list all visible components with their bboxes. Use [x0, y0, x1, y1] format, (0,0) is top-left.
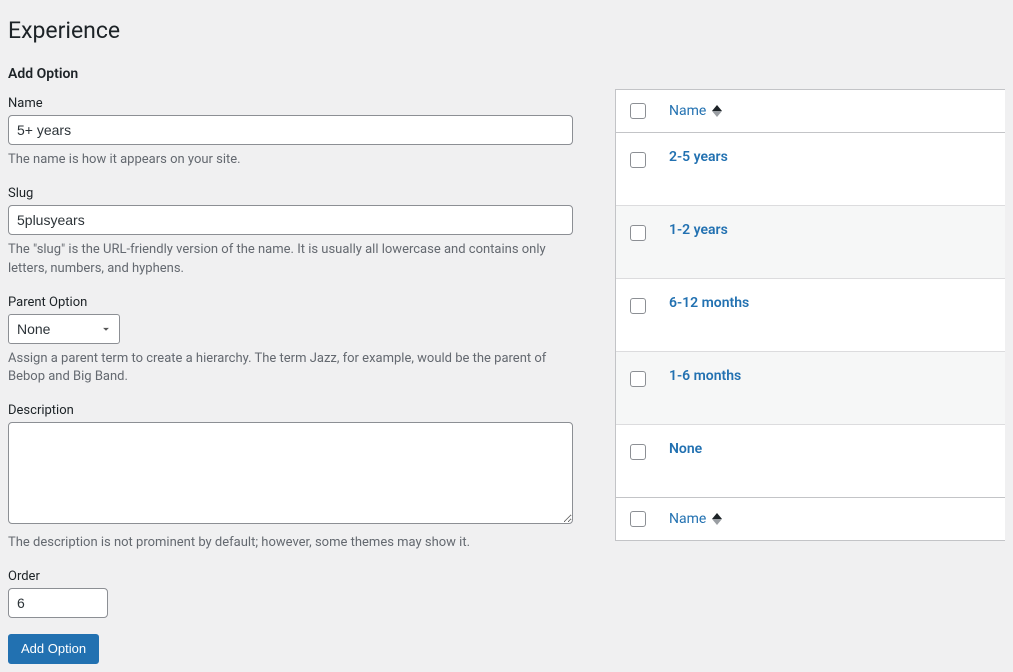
- sort-icon: [712, 105, 722, 117]
- parent-option-select[interactable]: None: [8, 314, 120, 344]
- order-input[interactable]: [8, 588, 108, 618]
- column-header-name-label: Name: [669, 511, 706, 527]
- name-label: Name: [8, 96, 573, 111]
- parent-option-label: Parent Option: [8, 295, 573, 310]
- select-all-bottom-checkbox[interactable]: [630, 511, 646, 527]
- select-all-top-checkbox[interactable]: [630, 103, 646, 119]
- row-name-link[interactable]: 2-5 years: [669, 149, 728, 165]
- column-header-name-bottom[interactable]: Name: [669, 511, 722, 527]
- row-name-link[interactable]: 1-2 years: [669, 222, 728, 238]
- table-row: 1-2 years: [616, 206, 1005, 279]
- parent-option-help: Assign a parent term to create a hierarc…: [8, 350, 573, 388]
- description-label: Description: [8, 403, 573, 418]
- column-header-name-label: Name: [669, 103, 706, 119]
- page-title: Experience: [8, 8, 1005, 48]
- add-option-button[interactable]: Add Option: [8, 634, 99, 664]
- table-row: 2-5 years: [616, 133, 1005, 206]
- slug-help: The "slug" is the URL-friendly version o…: [8, 241, 573, 279]
- table-row: 1-6 months: [616, 352, 1005, 425]
- description-textarea[interactable]: [8, 422, 573, 524]
- options-table: Name 2-5 years: [615, 89, 1005, 541]
- order-label: Order: [8, 569, 573, 584]
- form-heading: Add Option: [8, 66, 573, 82]
- description-help: The description is not prominent by defa…: [8, 534, 573, 553]
- row-name-link[interactable]: None: [669, 441, 702, 457]
- row-checkbox[interactable]: [630, 225, 646, 241]
- table-row: 6-12 months: [616, 279, 1005, 352]
- slug-label: Slug: [8, 186, 573, 201]
- row-name-link[interactable]: 6-12 months: [669, 295, 749, 311]
- row-checkbox[interactable]: [630, 371, 646, 387]
- name-input[interactable]: [8, 115, 573, 145]
- slug-input[interactable]: [8, 205, 573, 235]
- add-option-form: Add Option Name The name is how it appea…: [8, 66, 573, 664]
- row-checkbox[interactable]: [630, 298, 646, 314]
- column-header-name-top[interactable]: Name: [669, 103, 722, 119]
- table-row: None: [616, 425, 1005, 497]
- sort-icon: [712, 513, 722, 525]
- row-checkbox[interactable]: [630, 444, 646, 460]
- row-name-link[interactable]: 1-6 months: [669, 368, 741, 384]
- name-help: The name is how it appears on your site.: [8, 151, 573, 170]
- row-checkbox[interactable]: [630, 152, 646, 168]
